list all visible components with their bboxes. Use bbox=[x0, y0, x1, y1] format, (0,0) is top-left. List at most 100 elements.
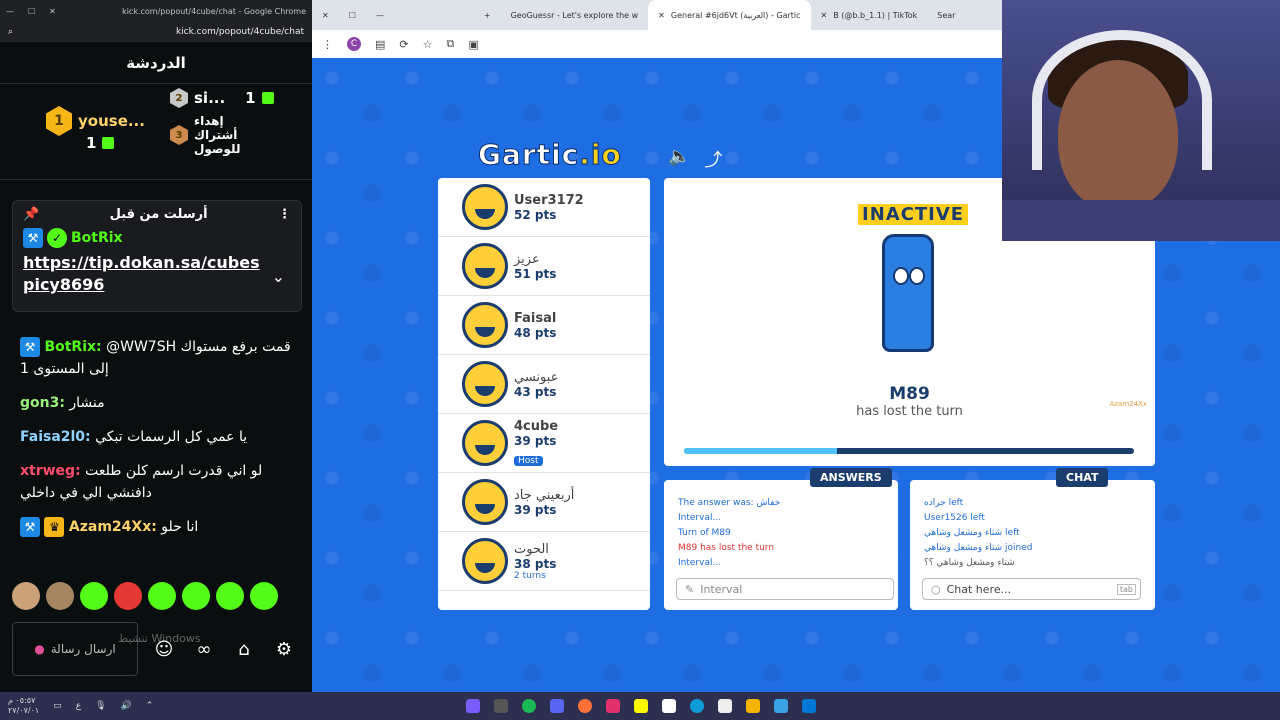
gartic-logo: Gartic.io bbox=[477, 138, 622, 172]
emote-eyes-icon[interactable] bbox=[148, 582, 176, 610]
input-placeholder: Chat here... bbox=[946, 582, 1012, 596]
chat-input[interactable]: ○ Chat here... tab bbox=[922, 578, 1141, 600]
instagram-icon[interactable] bbox=[606, 699, 620, 713]
inactive-label: INACTIVE bbox=[858, 204, 969, 225]
snapchat-icon[interactable] bbox=[634, 699, 648, 713]
emote-face-icon[interactable] bbox=[12, 582, 40, 610]
share-icon[interactable]: ⤴ bbox=[704, 146, 722, 172]
emote-angry-icon[interactable] bbox=[114, 582, 142, 610]
player-row[interactable]: 4cube 39 pts Host bbox=[438, 414, 650, 473]
tab-geoguessr[interactable]: GeoGuessr - Let's explore the w bbox=[501, 0, 649, 30]
pinned-link[interactable]: https://tip.dokan.sa/cubes picy8696 bbox=[23, 252, 291, 296]
headset-icon bbox=[1032, 30, 1212, 170]
avatar bbox=[462, 479, 508, 525]
player-row[interactable]: عبونسي 43 pts bbox=[438, 355, 650, 414]
close-icon[interactable]: ✕ bbox=[312, 0, 339, 30]
gift-icon bbox=[261, 92, 274, 104]
app-icon[interactable] bbox=[466, 699, 480, 713]
log-line: شتاء ومشعل وشاهي ؟؟ bbox=[924, 558, 1015, 568]
minimize-icon[interactable]: — bbox=[366, 0, 394, 30]
player-name: Faisal bbox=[514, 310, 557, 326]
notification-icon[interactable]: ▭ bbox=[53, 701, 62, 711]
leader-1[interactable]: 1 youse... bbox=[46, 106, 145, 136]
message-user[interactable]: BotRix: bbox=[44, 339, 101, 355]
discord-icon[interactable] bbox=[550, 699, 564, 713]
edge-icon[interactable] bbox=[690, 699, 704, 713]
close-icon[interactable]: ✕ bbox=[49, 7, 56, 16]
log-line: جراده left bbox=[924, 498, 964, 508]
spotify-icon[interactable] bbox=[522, 699, 536, 713]
windows-start-icon[interactable] bbox=[802, 699, 816, 713]
answer-input[interactable]: ✎ Interval bbox=[676, 578, 894, 600]
sound-icon[interactable]: 🔈 bbox=[668, 146, 690, 172]
log-line: The answer was: خفاش bbox=[678, 498, 781, 508]
leader-1-count: 1 bbox=[86, 134, 115, 152]
address-bar[interactable]: ⌕ kick.com/popout/4cube/chat bbox=[0, 22, 312, 42]
bookmark-star-icon[interactable]: ☆ bbox=[423, 38, 433, 51]
player-row[interactable]: عزيز 51 pts bbox=[438, 237, 650, 296]
tab-label: Sear bbox=[937, 10, 956, 20]
mic-icon[interactable]: 🎙 bbox=[95, 701, 106, 711]
host-badge: Host bbox=[514, 456, 543, 466]
gift-icon bbox=[102, 137, 115, 149]
tab-gartic[interactable]: ✕ General #6jd6Vt (العربية) - Gartic bbox=[648, 0, 811, 30]
send-message-input[interactable]: ● ارسال رسالة bbox=[12, 622, 138, 676]
emote-face-icon[interactable] bbox=[46, 582, 74, 610]
pinned-message: 📌 أرسلت من قبل ⋮ ⚒ ✓ BotRix https://tip.… bbox=[12, 200, 302, 312]
translate-icon[interactable]: ⧉ bbox=[447, 37, 455, 51]
message-user[interactable]: Faisa2l0: bbox=[20, 429, 91, 445]
speaker-icon[interactable]: 🔊 bbox=[121, 701, 132, 711]
player-row[interactable]: User3172 52 pts bbox=[438, 178, 650, 237]
clock[interactable]: ٠٥:٥٧ م ٢٧/٠٧/٠١ bbox=[8, 696, 39, 716]
chevron-up-icon[interactable]: ⌃ bbox=[146, 701, 154, 711]
minimize-icon[interactable]: — bbox=[6, 7, 14, 16]
gear-icon[interactable]: ⚙ bbox=[270, 635, 298, 663]
profile-icon[interactable]: C bbox=[347, 37, 361, 51]
close-icon[interactable]: ✕ bbox=[658, 11, 665, 20]
turn-player: M89 bbox=[889, 384, 930, 404]
reload-icon[interactable]: ⟳ bbox=[399, 38, 408, 51]
close-icon[interactable]: ✕ bbox=[821, 11, 828, 20]
language-icon[interactable]: ع bbox=[76, 701, 81, 711]
input-placeholder: Interval bbox=[700, 582, 743, 596]
emote-smile-icon[interactable] bbox=[250, 582, 278, 610]
emote-laugh-icon[interactable] bbox=[216, 582, 244, 610]
app-icon[interactable] bbox=[774, 699, 788, 713]
tab-chat[interactable]: CHAT bbox=[1056, 468, 1109, 487]
player-row[interactable]: الحوت 38 pts 2 turns bbox=[438, 532, 650, 591]
taskbar: ٠٥:٥٧ م ٢٧/٠٧/٠١ ▭ ع 🎙 🔊 ⌃ bbox=[0, 692, 1280, 720]
firefox-icon[interactable] bbox=[578, 699, 592, 713]
tab-tiktok[interactable]: ✕ B (@b.b_1.1) | TikTok bbox=[811, 0, 928, 30]
leader-2[interactable]: 2 si... 1 bbox=[170, 88, 274, 108]
pin-icon: 📌 bbox=[23, 207, 40, 222]
player-points: 48 pts bbox=[514, 325, 557, 340]
message-user[interactable]: gon3: bbox=[20, 395, 65, 411]
app-icon[interactable] bbox=[718, 699, 732, 713]
tab-answers[interactable]: ANSWERS bbox=[810, 468, 892, 487]
player-row[interactable]: Faisal 48 pts bbox=[438, 296, 650, 355]
app-icon[interactable] bbox=[662, 699, 676, 713]
app-icon[interactable] bbox=[494, 699, 508, 713]
new-tab-icon[interactable]: + bbox=[474, 0, 501, 30]
turn-progress-bar bbox=[684, 448, 1134, 454]
leader-3[interactable]: 3 إهداء أشتراك للوصول bbox=[170, 114, 264, 156]
menu-dots-icon[interactable]: ⋮ bbox=[322, 38, 333, 51]
screenshot-icon[interactable]: ▣ bbox=[468, 38, 478, 51]
maximize-icon[interactable]: ☐ bbox=[339, 0, 366, 30]
emote-happy-icon[interactable] bbox=[182, 582, 210, 610]
message-text: انا حلو bbox=[161, 519, 199, 535]
extension-icon[interactable]: ▤ bbox=[375, 38, 385, 51]
player-row[interactable]: أربعيني جاد 39 pts bbox=[438, 473, 650, 532]
message-user[interactable]: Azam24Xx: bbox=[69, 519, 157, 535]
emote-angel-icon[interactable] bbox=[80, 582, 108, 610]
file-explorer-icon[interactable] bbox=[746, 699, 760, 713]
message-user[interactable]: xtrweg: bbox=[20, 463, 81, 479]
chevron-down-icon[interactable]: ⌄ bbox=[272, 267, 285, 286]
store-icon[interactable]: ⌂ bbox=[230, 635, 258, 663]
message-text: يا عمي كل الرسمات تبكي bbox=[95, 429, 248, 445]
more-icon[interactable]: ⋮ bbox=[278, 207, 291, 222]
tab-search[interactable]: Sear bbox=[927, 0, 965, 30]
moderator-badge-icon: ⚒ bbox=[23, 228, 43, 248]
maximize-icon[interactable]: ☐ bbox=[28, 7, 35, 16]
gift-count: 1 bbox=[245, 89, 256, 107]
